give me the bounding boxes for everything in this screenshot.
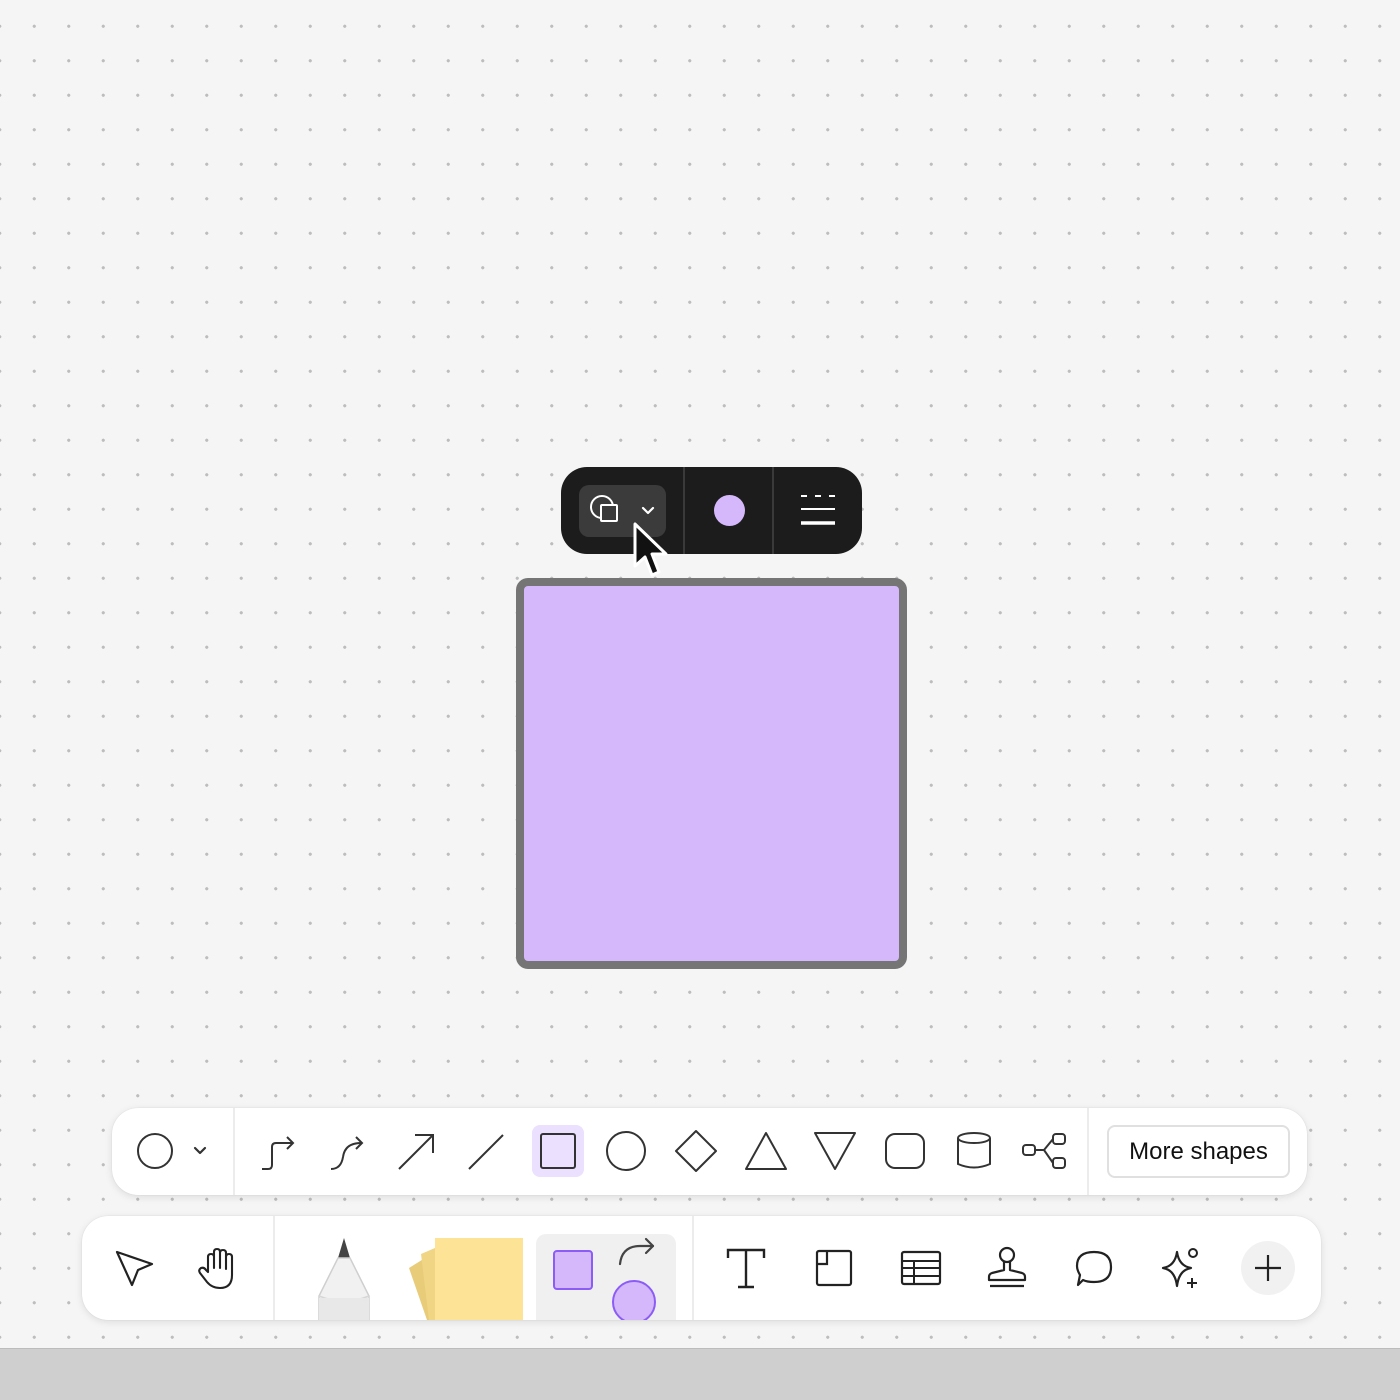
window-bottom-strip — [0, 1348, 1400, 1400]
stamp-tool[interactable] — [980, 1242, 1034, 1296]
table-icon — [900, 1250, 942, 1286]
more-shapes-button[interactable]: More shapes — [1107, 1125, 1290, 1178]
fill-color-button[interactable] — [686, 467, 773, 554]
text-icon — [726, 1248, 766, 1289]
elbow-connector-icon — [262, 1136, 295, 1170]
cylinder-tool[interactable] — [950, 1125, 998, 1177]
cylinder-icon — [957, 1132, 991, 1169]
hand-icon — [198, 1247, 234, 1290]
pen-icon[interactable] — [314, 1236, 374, 1320]
hand-tool[interactable] — [192, 1242, 246, 1296]
square-tool[interactable] — [532, 1125, 584, 1177]
diamond-icon — [675, 1130, 717, 1172]
section-icon — [815, 1249, 853, 1287]
diamond-tool[interactable] — [672, 1125, 720, 1177]
rounded-rectangle-icon — [885, 1133, 925, 1169]
mouse-cursor-icon — [633, 522, 668, 577]
toolbar-divider — [772, 467, 774, 554]
comment-icon — [1075, 1250, 1113, 1287]
toolbar-divider — [1087, 1108, 1089, 1195]
triangle-down-icon — [814, 1132, 856, 1170]
sparkle-icon — [1161, 1248, 1198, 1288]
current-shape-dropdown[interactable] — [134, 1125, 214, 1177]
arrow-icon — [398, 1134, 434, 1170]
main-toolbar — [82, 1216, 1321, 1320]
shapes-toolbar: More shapes — [112, 1108, 1307, 1195]
toolbar-divider — [692, 1216, 694, 1320]
line-tool[interactable] — [463, 1125, 511, 1177]
line-icon — [468, 1134, 504, 1170]
select-tool[interactable] — [108, 1242, 162, 1296]
shapes-connectors-icon — [553, 1237, 656, 1320]
stamp-icon — [987, 1246, 1027, 1288]
pointer-icon — [115, 1250, 154, 1287]
sticky-note-icon[interactable] — [407, 1236, 527, 1320]
shape-context-toolbar — [561, 467, 862, 554]
text-tool[interactable] — [719, 1242, 773, 1296]
color-dot-icon — [714, 495, 745, 526]
arrow-tool[interactable] — [393, 1125, 441, 1177]
comment-tool[interactable] — [1067, 1242, 1121, 1296]
stroke-style-button[interactable] — [775, 467, 862, 554]
toolbar-divider — [233, 1108, 235, 1195]
stroke-style-icon — [801, 495, 835, 525]
curved-connector-icon — [330, 1136, 364, 1170]
add-more-tools-button[interactable] — [1241, 1241, 1295, 1295]
section-tool[interactable] — [807, 1242, 861, 1296]
tree-tool[interactable] — [1020, 1125, 1068, 1177]
ai-tool[interactable] — [1153, 1242, 1207, 1296]
circle-icon — [137, 1133, 207, 1169]
tree-icon — [1022, 1133, 1066, 1169]
toolbar-divider — [273, 1216, 275, 1320]
table-tool[interactable] — [894, 1242, 948, 1296]
curved-connector-tool[interactable] — [323, 1125, 371, 1177]
shapes-tool[interactable] — [536, 1234, 676, 1320]
square-icon — [540, 1133, 576, 1169]
triangle-tool[interactable] — [742, 1125, 790, 1177]
rounded-rectangle-tool[interactable] — [881, 1125, 929, 1177]
selected-square-shape[interactable] — [516, 578, 907, 969]
circle-tool[interactable] — [602, 1125, 650, 1177]
toolbar-divider — [683, 467, 685, 554]
elbow-connector-tool[interactable] — [254, 1125, 302, 1177]
plus-icon — [1255, 1255, 1281, 1281]
triangle-icon — [745, 1132, 787, 1170]
triangle-down-tool[interactable] — [811, 1125, 859, 1177]
circle-icon — [606, 1131, 646, 1171]
